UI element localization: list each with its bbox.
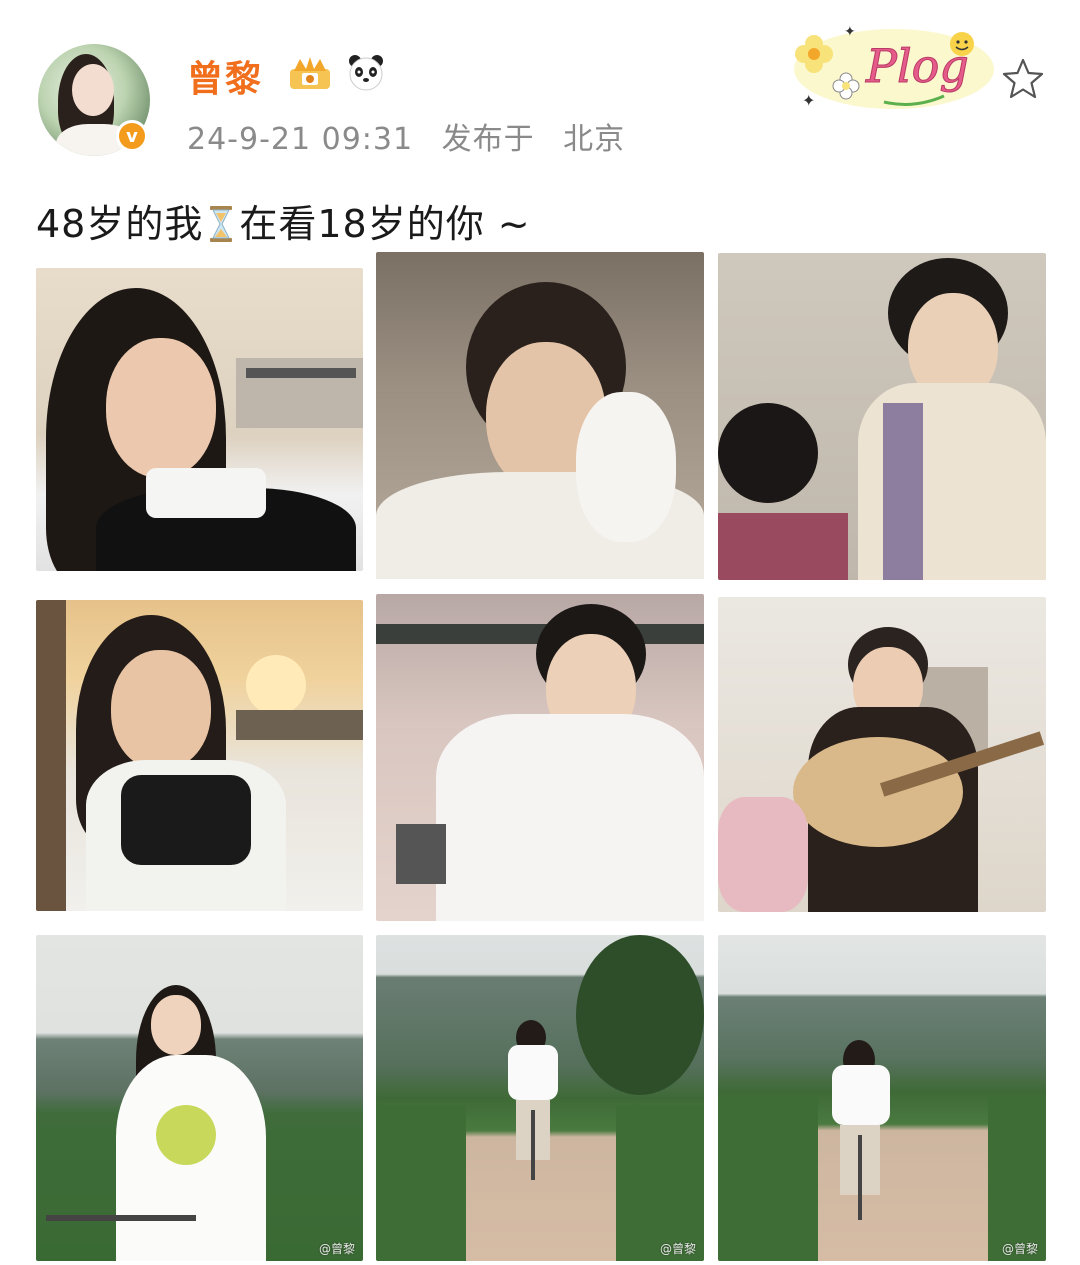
photo-9[interactable]: @曾黎: [718, 935, 1046, 1261]
hourglass-icon: [210, 206, 233, 242]
panda-icon: [349, 55, 383, 91]
photo-grid: @曾黎 @曾黎 @曾黎: [0, 0, 1080, 1265]
star-icon[interactable]: [1000, 56, 1046, 102]
photo-5[interactable]: [376, 594, 704, 921]
photo-2[interactable]: [376, 252, 704, 579]
post-header: v 曾黎 24-9-21 09:31 发布于 北京 Plog ✦ ✦: [0, 0, 1080, 175]
published-label: 发布于: [441, 122, 535, 157]
photo-8[interactable]: @曾黎: [376, 935, 704, 1261]
photo-3[interactable]: [718, 253, 1046, 580]
svg-text:✦: ✦: [802, 91, 815, 110]
svg-text:✦: ✦: [844, 24, 856, 40]
username[interactable]: 曾黎: [187, 50, 263, 102]
photo-1[interactable]: [36, 268, 363, 571]
photo-7[interactable]: @曾黎: [36, 935, 363, 1261]
photo-4[interactable]: [36, 600, 363, 911]
post-text: 48岁的我 在看18岁的你 ~: [36, 202, 531, 246]
photo-6[interactable]: [718, 597, 1046, 912]
timestamp: 24-9-21 09:31: [187, 122, 414, 157]
post-meta: 24-9-21 09:31 发布于 北京: [187, 114, 643, 158]
watermark: @曾黎: [318, 1242, 355, 1256]
crown-icon: [290, 57, 330, 89]
plog-sticker: Plog ✦ ✦: [794, 24, 994, 110]
watermark: @曾黎: [659, 1242, 696, 1256]
watermark: @曾黎: [1001, 1242, 1038, 1256]
verified-icon: v: [116, 120, 148, 152]
location[interactable]: 北京: [563, 122, 625, 157]
